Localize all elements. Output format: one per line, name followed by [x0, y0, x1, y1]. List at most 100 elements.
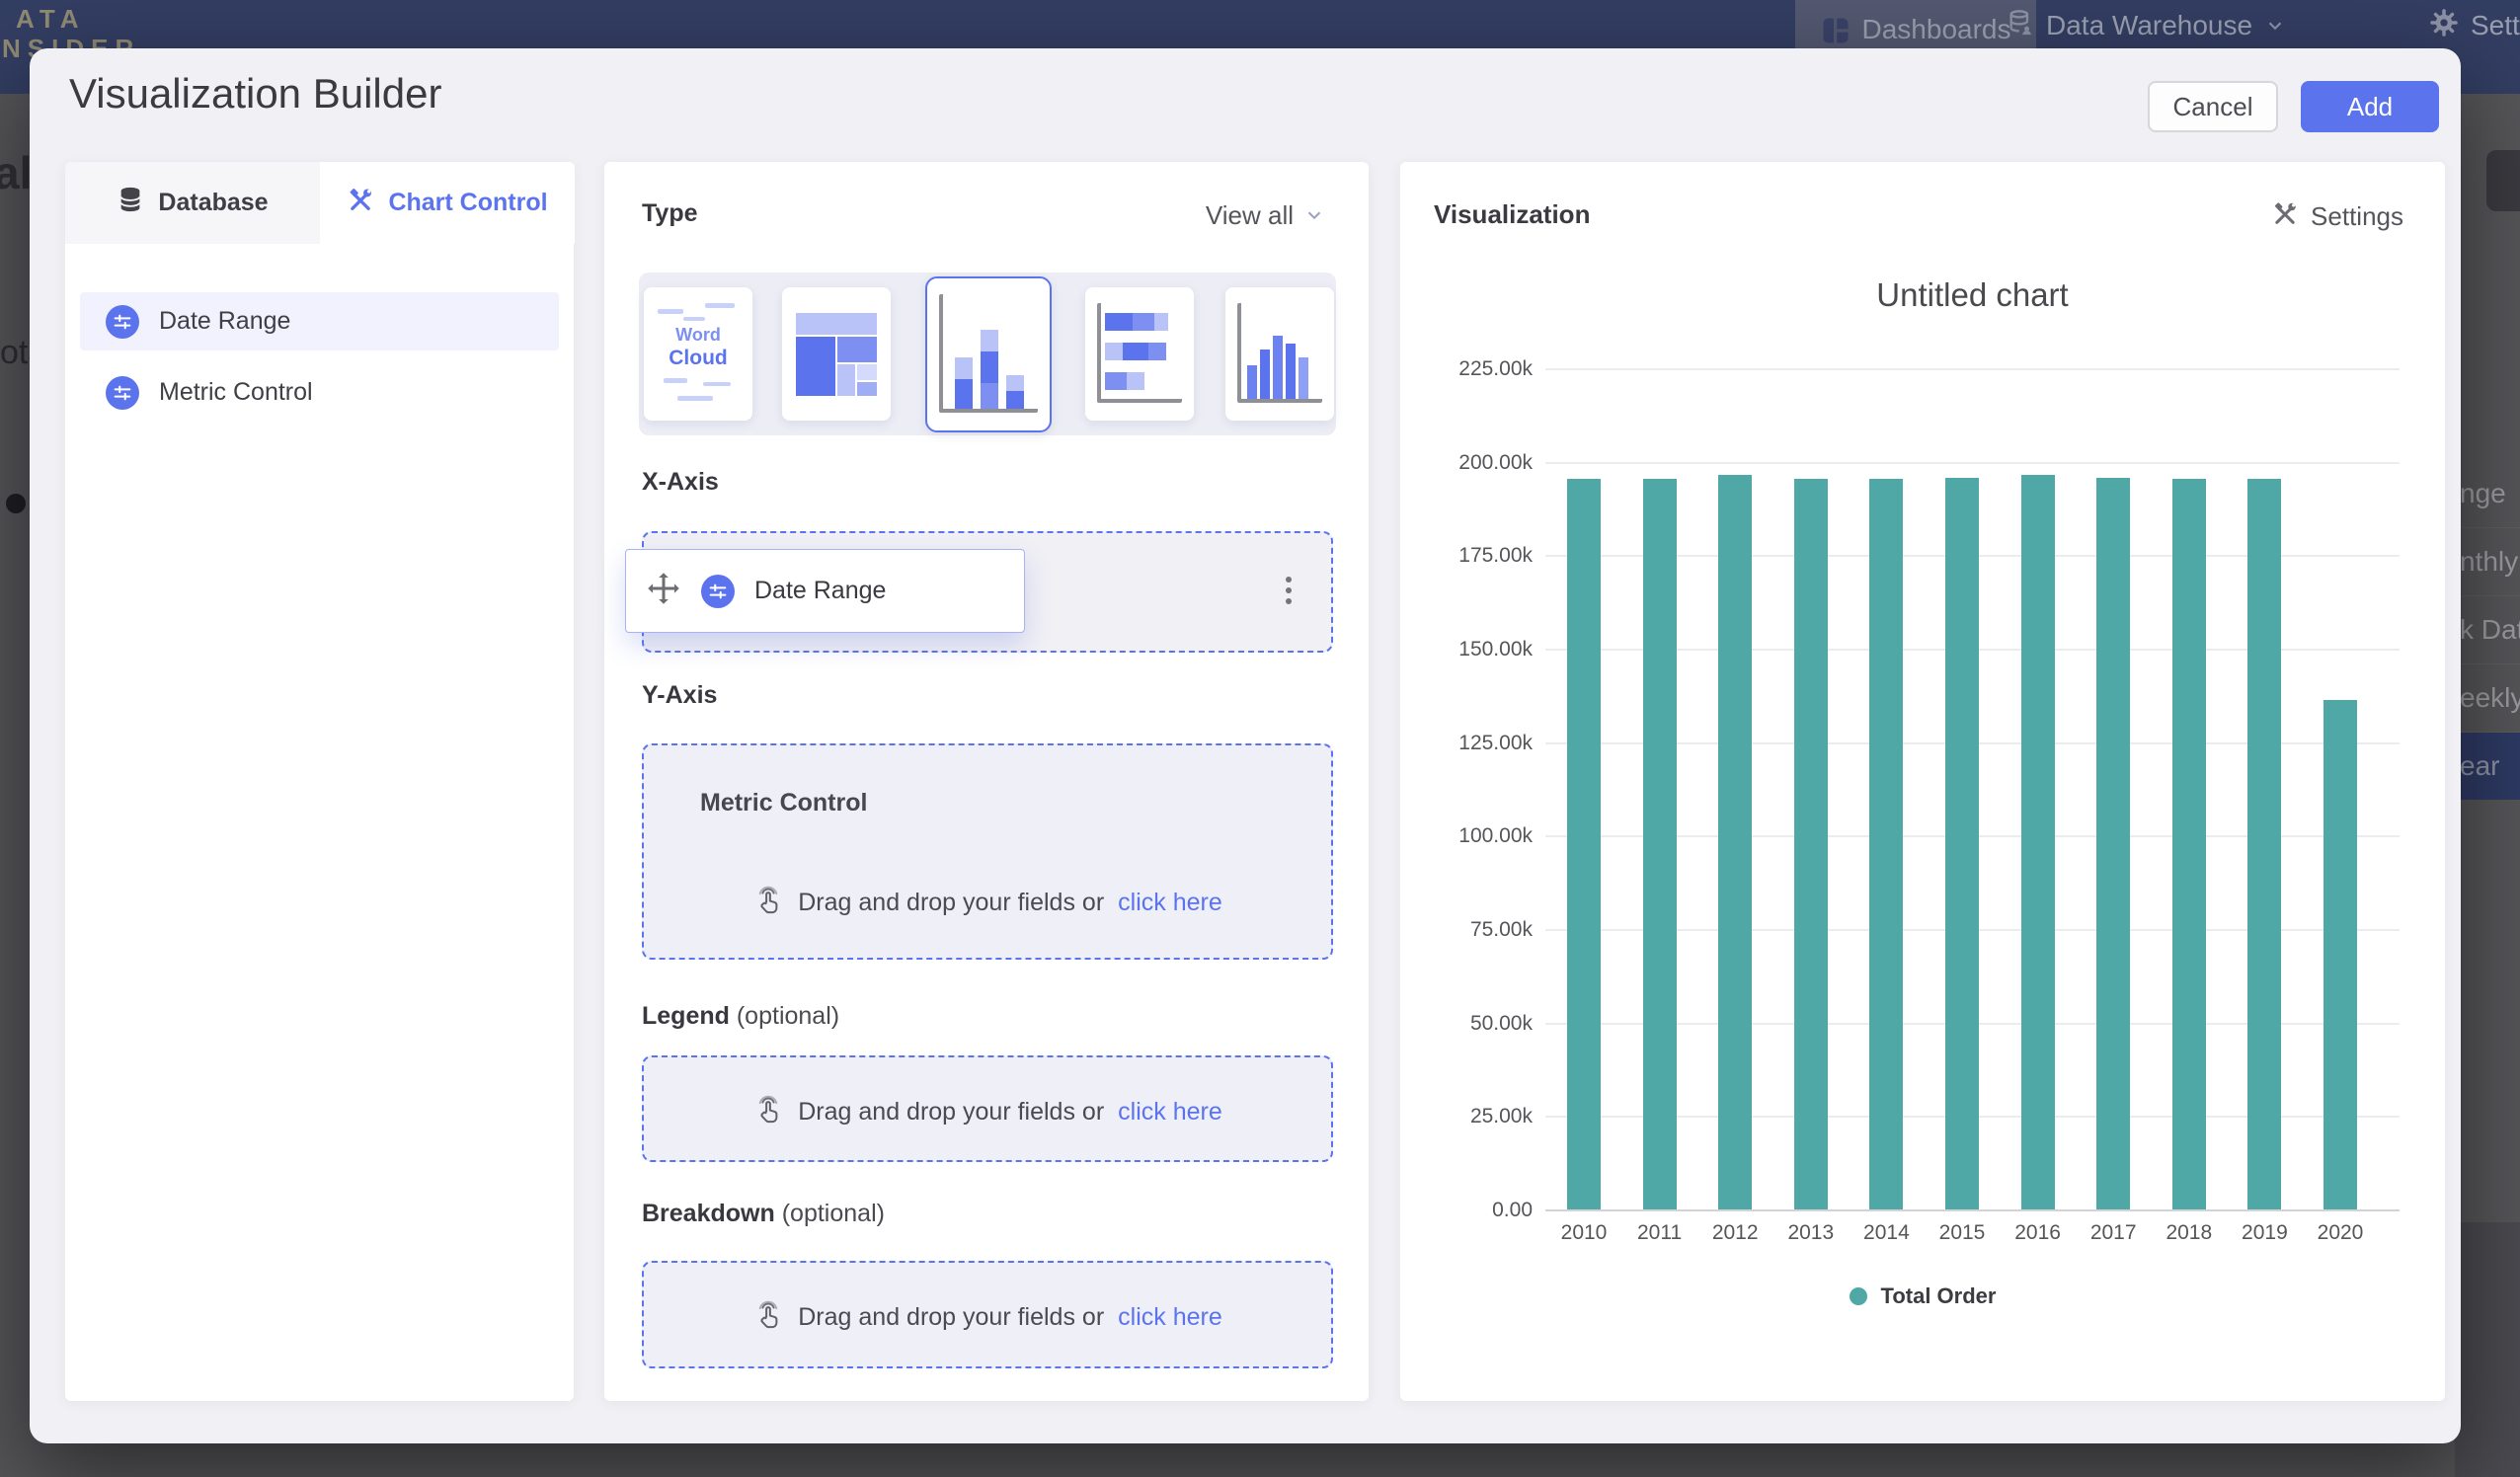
y-axis-dropzone[interactable]: Metric Control Drag and drop your fields…: [642, 743, 1333, 960]
chart-builder-panel: Type View all Word Cloud: [604, 162, 1369, 1401]
nav-settings-label: Settings: [2471, 10, 2520, 41]
y-tick-label: 75.00k: [1400, 918, 1533, 942]
gear-icon: [2429, 8, 2459, 44]
chevron-down-icon: [2264, 12, 2286, 43]
click-hand-icon: [752, 884, 784, 922]
menu-item-partial[interactable]: nge: [2455, 460, 2520, 528]
chart-type-stacked-bar[interactable]: [1085, 287, 1194, 421]
drop-hint-text: Drag and drop your fields or: [798, 889, 1104, 917]
field-date-range-label: Date Range: [159, 307, 290, 336]
y-tick-label: 200.00k: [1400, 451, 1533, 475]
view-all-dropdown[interactable]: View all: [1206, 197, 1325, 233]
date-range-chip[interactable]: Date Range: [625, 549, 1025, 633]
y-tick-label: 225.00k: [1400, 357, 1533, 381]
legend-label: Total Order: [1881, 1283, 1997, 1309]
click-hand-icon: [752, 1093, 784, 1131]
word-cloud-text2: Cloud: [644, 347, 752, 370]
chart-y-axis-labels: 225.00k200.00k175.00k150.00k125.00k100.0…: [1400, 368, 1533, 1229]
y-tick-label: 125.00k: [1400, 732, 1533, 755]
menu-item-partial-selected[interactable]: ear: [2455, 733, 2520, 800]
drop-hint-text: Drag and drop your fields or: [798, 1098, 1104, 1127]
breakdown-optional-label: (optional): [782, 1200, 885, 1227]
background-dropdown-menu: nge nthly k Date eekly ear: [2455, 460, 2520, 800]
settings-button[interactable]: Settings: [2271, 199, 2403, 234]
field-metric-control[interactable]: Metric Control: [80, 363, 559, 422]
y-tick-label: 25.00k: [1400, 1105, 1533, 1128]
chart-type-column[interactable]: [1225, 287, 1334, 421]
breakdown-heading-label: Breakdown: [642, 1200, 775, 1227]
settings-label: Settings: [2311, 201, 2403, 232]
field-date-range[interactable]: Date Range: [80, 292, 559, 350]
legend-dropzone[interactable]: Drag and drop your fields or click here: [642, 1055, 1333, 1162]
menu-item-partial[interactable]: eekly: [2455, 664, 2520, 733]
tab-database[interactable]: Database: [65, 162, 320, 244]
bar-2013: [1794, 479, 1828, 1209]
add-button[interactable]: Add: [2301, 81, 2439, 132]
nav-settings[interactable]: Settings: [2429, 0, 2520, 51]
gridline: [1545, 1209, 2400, 1211]
bar-2017: [2096, 478, 2130, 1209]
click-here-link[interactable]: click here: [1118, 889, 1222, 917]
bar-2019: [2247, 479, 2281, 1209]
bar-2012: [1718, 475, 1752, 1209]
data-warehouse-icon: [2007, 9, 2034, 43]
legend-heading: Legend (optional): [642, 1002, 839, 1031]
click-hand-icon: [752, 1298, 784, 1337]
field-sliders-icon: [106, 376, 139, 410]
menu-item-partial[interactable]: k Date: [2455, 596, 2520, 664]
visualization-heading: Visualization: [1434, 199, 1590, 230]
bar-2016: [2021, 475, 2055, 1209]
chevron-down-icon: [1303, 202, 1325, 233]
chart-title: Untitled chart: [1545, 276, 2400, 314]
click-here-link[interactable]: click here: [1118, 1303, 1222, 1332]
menu-item-partial[interactable]: nthly: [2455, 528, 2520, 596]
nav-data-warehouse[interactable]: Data Warehouse: [2007, 0, 2286, 51]
cancel-button[interactable]: Cancel: [2148, 81, 2278, 132]
nav-dashboards-label: Dashboards: [1862, 14, 2011, 45]
y-tick-label: 150.00k: [1400, 638, 1533, 661]
bar-2011: [1643, 479, 1677, 1209]
gridline: [1545, 368, 2400, 370]
y-tick-label: 100.00k: [1400, 824, 1533, 848]
y-axis-zone-title: Metric Control: [700, 789, 867, 817]
modal-title: Visualization Builder: [69, 70, 441, 117]
app-logo: ATA: [16, 4, 86, 35]
bar-2015: [1945, 478, 1979, 1209]
breakdown-dropzone[interactable]: Drag and drop your fields or click here: [642, 1261, 1333, 1368]
dashboards-icon: [1821, 16, 1851, 50]
nav-data-warehouse-label: Data Warehouse: [2046, 10, 2252, 41]
view-all-label: View all: [1206, 200, 1294, 231]
legend-dot: [1850, 1287, 1867, 1305]
background-partial-text: al: [0, 146, 32, 199]
chart-x-axis-labels: 2010201120122013201420152016201720182019…: [1545, 1221, 2400, 1251]
legend-optional-label: (optional): [737, 1002, 839, 1030]
bar-2018: [2172, 479, 2206, 1209]
field-sliders-icon: [106, 305, 139, 339]
chart-type-strip: Word Cloud: [639, 272, 1336, 435]
y-tick-label: 50.00k: [1400, 1012, 1533, 1036]
chart-plot-area: [1545, 368, 2400, 1209]
background-save-button-partial[interactable]: [2486, 150, 2520, 211]
tab-chart-control[interactable]: Chart Control: [320, 162, 575, 244]
move-icon: [646, 571, 681, 611]
field-metric-control-label: Metric Control: [159, 378, 313, 407]
breakdown-heading: Breakdown (optional): [642, 1200, 885, 1228]
x-tick-label: 2020: [2291, 1221, 2390, 1245]
chart-type-word-cloud[interactable]: Word Cloud: [644, 287, 752, 421]
fields-panel: Database Chart Control: [65, 162, 574, 1401]
background-bullet: [6, 494, 26, 513]
field-sliders-icon: [701, 575, 735, 608]
gridline: [1545, 462, 2400, 464]
bar-2014: [1869, 479, 1903, 1209]
drop-hint-text: Drag and drop your fields or: [798, 1303, 1104, 1332]
bar-2020: [2323, 700, 2357, 1209]
click-here-link[interactable]: click here: [1118, 1098, 1222, 1127]
kebab-menu-icon[interactable]: [1286, 577, 1292, 604]
chart-type-treemap[interactable]: [782, 287, 891, 421]
y-axis-heading: Y-Axis: [642, 681, 717, 710]
database-icon: [117, 186, 144, 220]
chart-type-stacked-column[interactable]: [925, 276, 1052, 432]
tools-icon: [347, 186, 374, 220]
bar-2010: [1567, 479, 1601, 1209]
settings-tools-icon: [2271, 199, 2299, 234]
